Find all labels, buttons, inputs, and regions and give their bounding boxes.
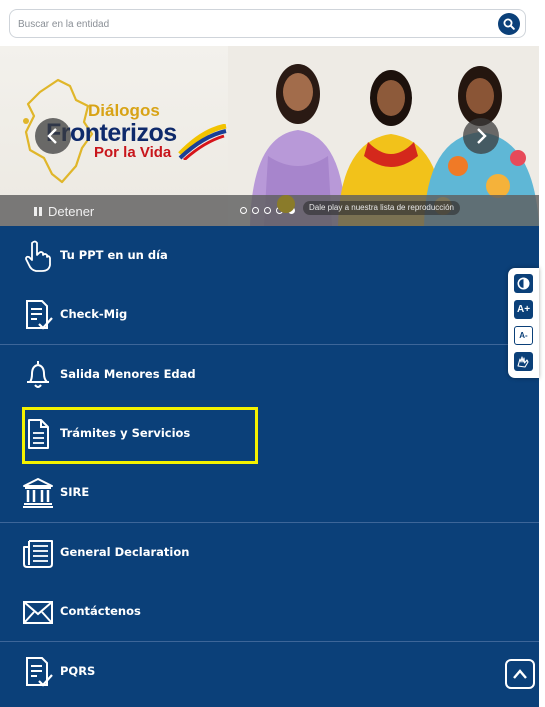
- services-menu: Tu PPT en un día Check-Mig Salida Menore…: [0, 226, 539, 707]
- search-bar: [9, 9, 526, 38]
- play-icon[interactable]: [277, 195, 295, 213]
- font-decrease-button[interactable]: A-: [514, 326, 533, 345]
- carousel-prev-button[interactable]: [35, 118, 71, 154]
- chevron-left-icon: [47, 128, 57, 144]
- search-button[interactable]: [498, 13, 520, 35]
- menu-item-salida-menores[interactable]: Salida Menores Edad: [0, 345, 539, 404]
- stop-label: Detener: [48, 204, 95, 219]
- menu-item-label: Contáctenos: [60, 604, 141, 618]
- menu-item-contactenos[interactable]: Contáctenos: [0, 582, 539, 641]
- menu-item-sire[interactable]: SIRE: [0, 463, 539, 522]
- font-decrease-icon: A-: [519, 331, 528, 340]
- contrast-button[interactable]: [514, 274, 533, 293]
- carousel-dot[interactable]: [252, 207, 259, 214]
- menu-item-tramites[interactable]: Trámites y Servicios: [0, 404, 539, 463]
- menu-item-general-declaration[interactable]: General Declaration: [0, 523, 539, 582]
- flag-stripes: [178, 124, 227, 160]
- menu-item-label: SIRE: [60, 485, 90, 499]
- playlist-note[interactable]: Dale play a nuestra lista de reproducció…: [303, 201, 460, 215]
- carousel-dot[interactable]: [264, 207, 271, 214]
- chevron-right-icon: [477, 128, 487, 144]
- carousel-next-button[interactable]: [463, 118, 499, 154]
- contrast-icon: [517, 277, 530, 290]
- envelope-icon: [23, 601, 53, 624]
- brand-line-1: Diálogos: [88, 101, 160, 120]
- checklist-icon: [26, 657, 53, 687]
- sign-language-icon: [517, 356, 529, 368]
- font-increase-button[interactable]: A+: [514, 300, 533, 319]
- hand-pointer-icon: [25, 240, 51, 272]
- hero-carousel: Diálogos Fronterizos Por la Vida Detener…: [0, 46, 539, 226]
- menu-item-label: Trámites y Servicios: [60, 426, 191, 440]
- accessibility-toolbar: A+ A-: [508, 268, 539, 378]
- sign-language-button[interactable]: [514, 352, 533, 371]
- document-icon: [28, 419, 49, 449]
- brand-line-3: Por la Vida: [94, 144, 172, 161]
- carousel-controls: Detener Dale play a nuestra lista de rep…: [0, 195, 539, 226]
- scroll-to-top-button[interactable]: [505, 659, 535, 689]
- newspaper-icon: [23, 540, 53, 568]
- menu-item-label: Salida Menores Edad: [60, 367, 196, 381]
- menu-item-check-mig[interactable]: Check-Mig: [0, 285, 539, 344]
- menu-item-label: Check-Mig: [60, 307, 128, 321]
- menu-item-label: Tu PPT en un día: [60, 248, 168, 262]
- font-increase-icon: A+: [516, 304, 531, 315]
- chevron-up-icon: [513, 669, 527, 679]
- menu-item-pqrs[interactable]: PQRS: [0, 642, 539, 701]
- checklist-icon: [26, 300, 53, 330]
- menu-item-tu-ppt[interactable]: Tu PPT en un día: [0, 226, 539, 285]
- building-icon: [23, 478, 53, 508]
- carousel-dot[interactable]: [240, 207, 247, 214]
- bell-icon: [27, 361, 49, 388]
- carousel-stop-button[interactable]: Detener: [34, 204, 94, 219]
- pause-icon: [34, 207, 42, 216]
- menu-item-label: General Declaration: [60, 545, 190, 559]
- search-icon: [503, 18, 515, 30]
- menu-item-label: PQRS: [60, 664, 96, 678]
- search-input[interactable]: [18, 15, 488, 33]
